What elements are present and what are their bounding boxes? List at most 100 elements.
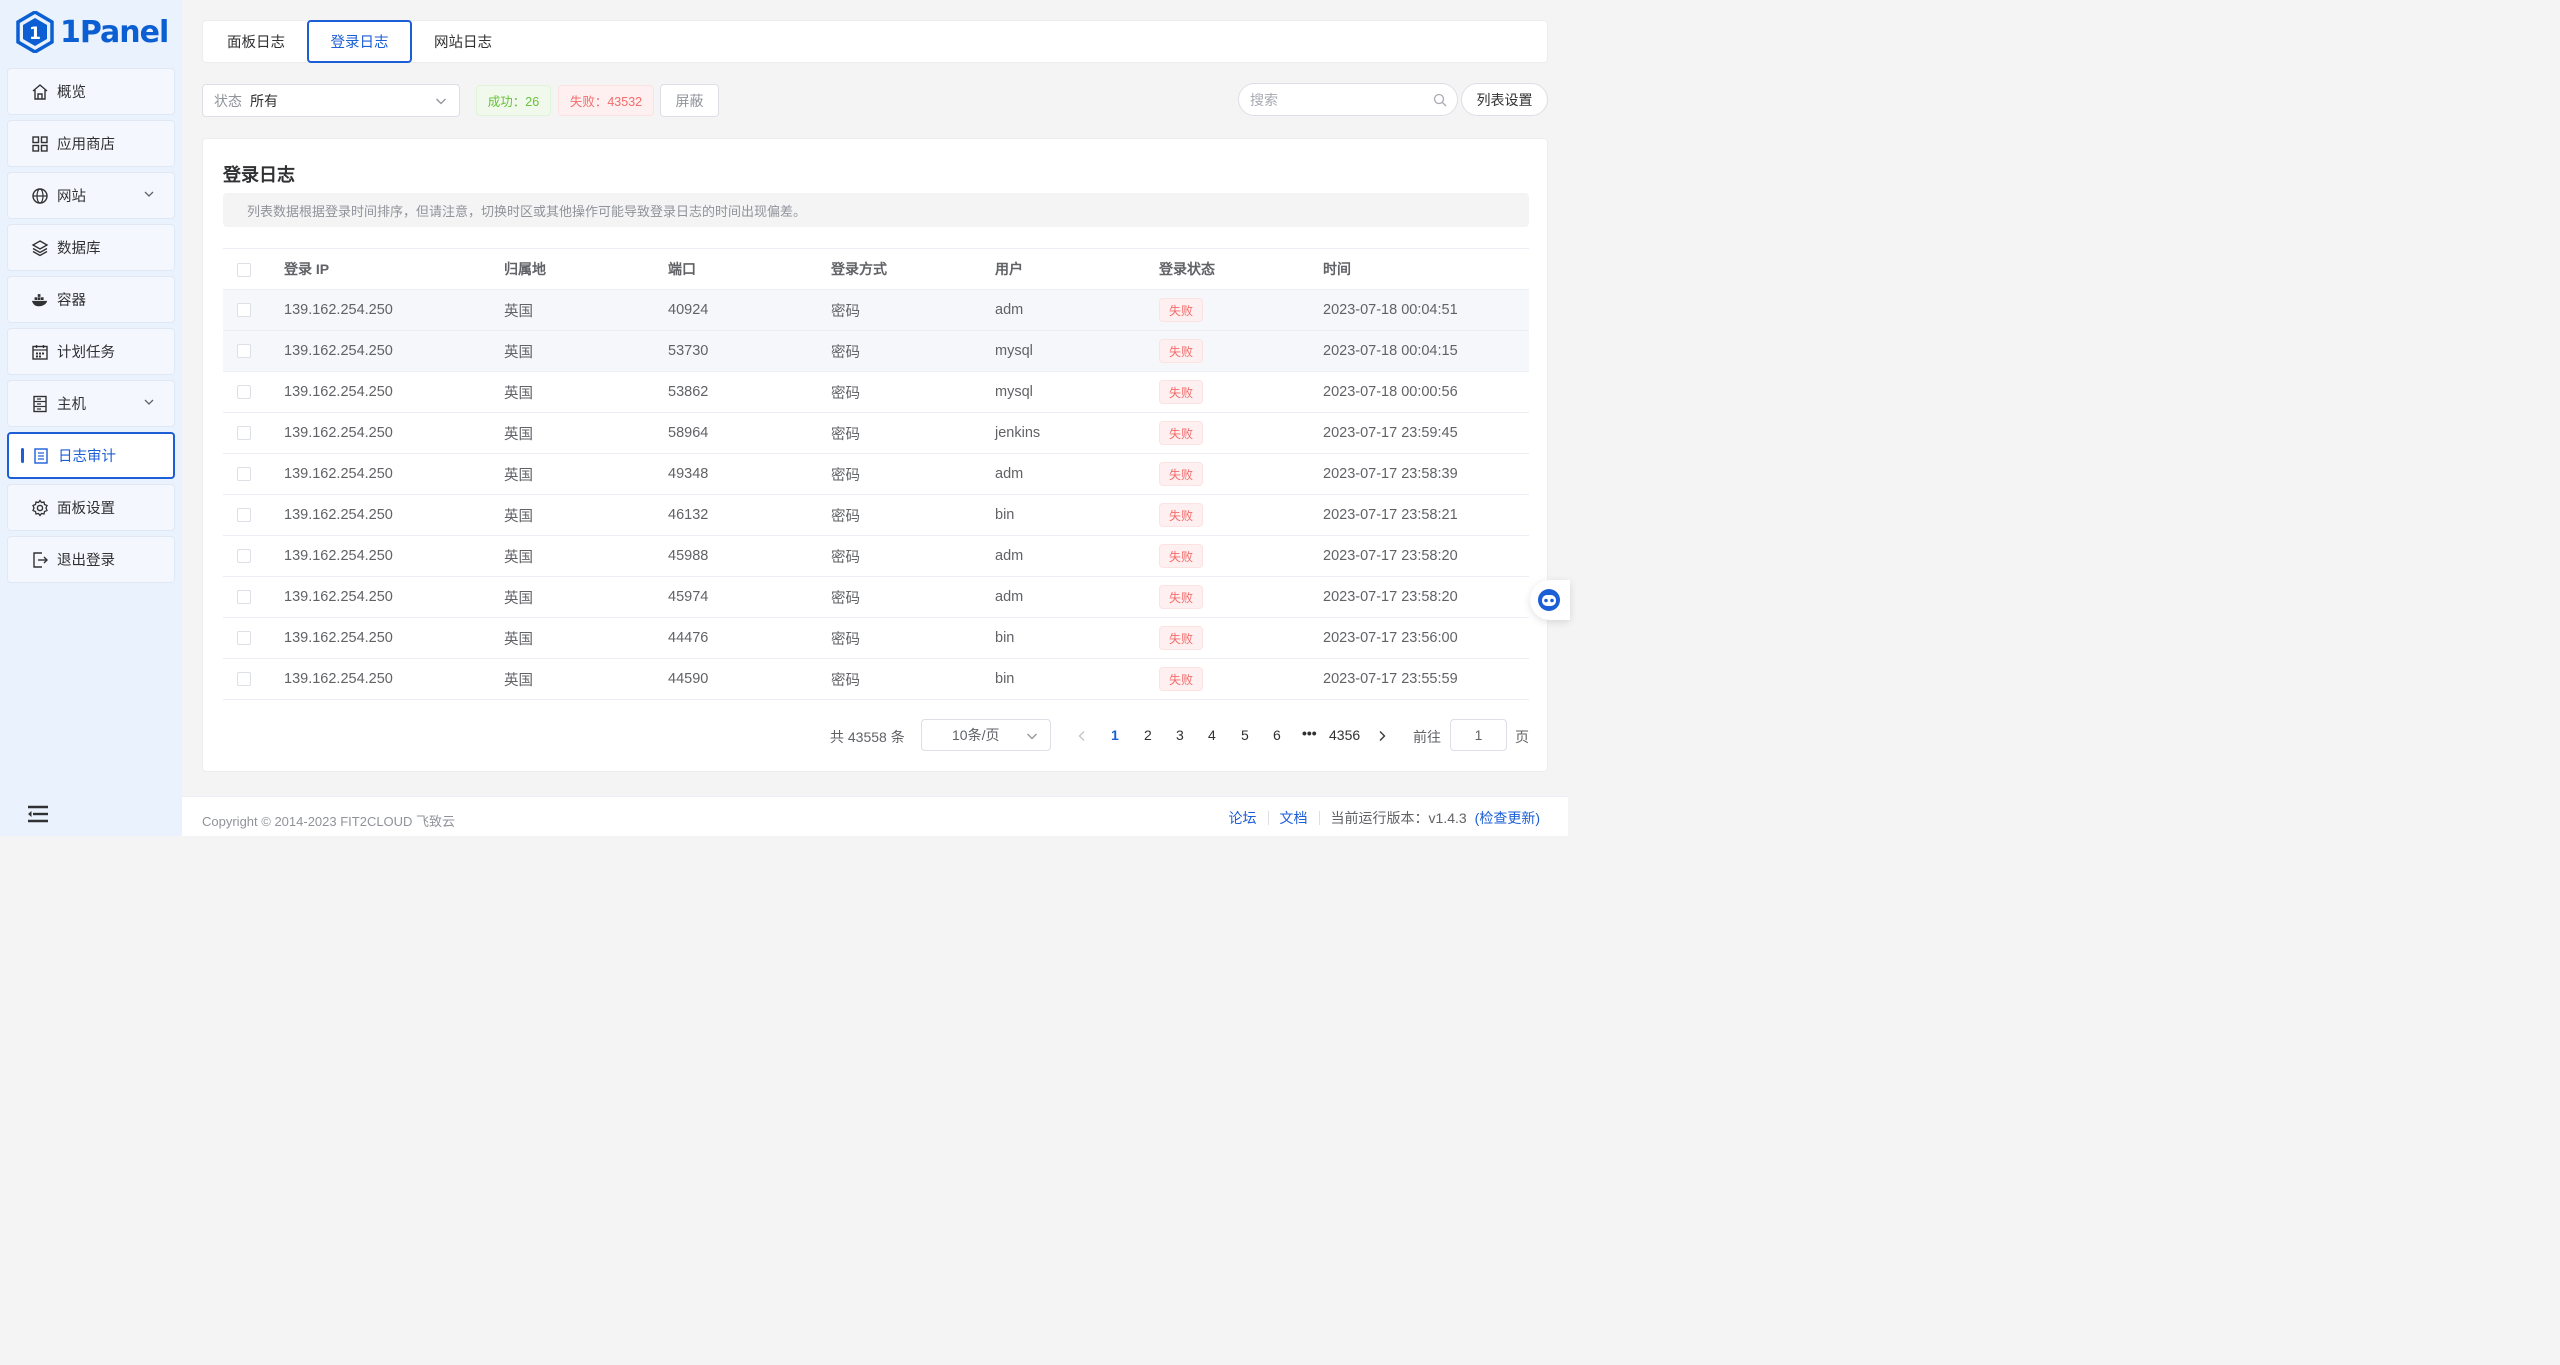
cell-location: 英国: [504, 577, 668, 618]
log-icon: [32, 447, 50, 465]
sidebar-item-label: 容器: [57, 289, 86, 310]
cell-time: 2023-07-18 00:00:56: [1323, 372, 1529, 413]
row-select-cell: [223, 372, 284, 413]
row-checkbox[interactable]: [237, 344, 251, 358]
sidebar-item-label: 数据库: [57, 237, 101, 258]
status-badge: 失败: [1159, 544, 1203, 568]
check-update-link[interactable]: (检查更新): [1475, 808, 1540, 828]
page-1[interactable]: 1: [1111, 727, 1119, 743]
column-header-status: 登录状态: [1159, 249, 1323, 290]
table-row[interactable]: 139.162.254.250英国53862密码mysql失败2023-07-1…: [223, 372, 1529, 413]
page-5[interactable]: 5: [1241, 727, 1249, 743]
sidebar-item-log-audit[interactable]: 日志审计: [7, 432, 175, 479]
table-row[interactable]: 139.162.254.250英国40924密码adm失败2023-07-18 …: [223, 290, 1529, 331]
collapse-menu-icon[interactable]: [27, 804, 49, 824]
status-select[interactable]: 状态 所有: [202, 84, 460, 117]
status-badge: 失败: [1159, 380, 1203, 404]
table-row[interactable]: 139.162.254.250英国44476密码bin失败2023-07-17 …: [223, 618, 1529, 659]
docs-link[interactable]: 文档: [1280, 808, 1308, 828]
table-row[interactable]: 139.162.254.250英国49348密码adm失败2023-07-17 …: [223, 454, 1529, 495]
cell-location: 英国: [504, 413, 668, 454]
cell-user: adm: [995, 290, 1159, 331]
status-badge: 失败: [1159, 298, 1203, 322]
row-checkbox[interactable]: [237, 508, 251, 522]
cell-status: 失败: [1159, 331, 1323, 372]
cell-user: adm: [995, 536, 1159, 577]
page-6[interactable]: 6: [1273, 727, 1281, 743]
table-row[interactable]: 139.162.254.250英国46132密码bin失败2023-07-17 …: [223, 495, 1529, 536]
row-checkbox[interactable]: [237, 549, 251, 563]
brand-logo[interactable]: 1 1Panel: [16, 10, 168, 54]
table-row[interactable]: 139.162.254.250英国53730密码mysql失败2023-07-1…: [223, 331, 1529, 372]
cell-ip: 139.162.254.250: [284, 331, 504, 372]
row-checkbox[interactable]: [237, 303, 251, 317]
row-checkbox[interactable]: [237, 631, 251, 645]
cell-status: 失败: [1159, 454, 1323, 495]
prev-page-icon[interactable]: [1077, 730, 1087, 742]
sidebar-item-label: 面板设置: [57, 497, 115, 518]
sidebar-item-cron[interactable]: 计划任务: [7, 328, 175, 375]
tab-login-log[interactable]: 登录日志: [307, 20, 412, 63]
page-last[interactable]: 4356: [1329, 727, 1360, 743]
sidebar-item-logout[interactable]: 退出登录: [7, 536, 175, 583]
table-row[interactable]: 139.162.254.250英国45974密码adm失败2023-07-17 …: [223, 577, 1529, 618]
more-pages-icon[interactable]: •••: [1302, 725, 1317, 741]
sidebar-item-label: 概览: [57, 81, 86, 102]
version-text: 当前运行版本：v1.4.3: [1331, 808, 1467, 828]
assistant-float-button[interactable]: [1530, 580, 1570, 620]
sidebar-item-settings[interactable]: 面板设置: [7, 484, 175, 531]
cell-method: 密码: [831, 536, 995, 577]
sidebar-item-container[interactable]: 容器: [7, 276, 175, 323]
page-2[interactable]: 2: [1144, 727, 1152, 743]
cell-time: 2023-07-17 23:56:00: [1323, 618, 1529, 659]
cell-location: 英国: [504, 454, 668, 495]
calendar-icon: [31, 343, 49, 361]
search-icon[interactable]: [1433, 93, 1447, 107]
search-field[interactable]: [1238, 83, 1458, 116]
page-size-select[interactable]: 10条/页: [921, 719, 1051, 751]
cell-method: 密码: [831, 454, 995, 495]
tab-panel-log[interactable]: 面板日志: [205, 20, 307, 63]
server-icon: [31, 395, 49, 413]
sidebar-item-website[interactable]: 网站: [7, 172, 175, 219]
row-select-cell: [223, 536, 284, 577]
cell-status: 失败: [1159, 290, 1323, 331]
page-unit-label: 页: [1515, 727, 1529, 747]
sidebar-item-app-store[interactable]: 应用商店: [7, 120, 175, 167]
cell-port: 40924: [668, 290, 831, 331]
cell-time: 2023-07-18 00:04:15: [1323, 331, 1529, 372]
tab-website-log[interactable]: 网站日志: [412, 20, 514, 63]
column-settings-button[interactable]: 列表设置: [1461, 83, 1548, 116]
footer-divider: [1268, 811, 1269, 825]
globe-icon: [31, 187, 49, 205]
row-checkbox[interactable]: [237, 385, 251, 399]
goto-page-input[interactable]: [1450, 719, 1507, 751]
row-checkbox[interactable]: [237, 590, 251, 604]
row-checkbox[interactable]: [237, 672, 251, 686]
total-count: 共 43558 条: [830, 727, 905, 747]
status-badge: 失败: [1159, 421, 1203, 445]
robot-icon: [1536, 587, 1562, 613]
cell-time: 2023-07-18 00:04:51: [1323, 290, 1529, 331]
cell-method: 密码: [831, 495, 995, 536]
table-row[interactable]: 139.162.254.250英国44590密码bin失败2023-07-17 …: [223, 659, 1529, 700]
sidebar-item-overview[interactable]: 概览: [7, 68, 175, 115]
row-checkbox[interactable]: [237, 426, 251, 440]
table-row[interactable]: 139.162.254.250英国58964密码jenkins失败2023-07…: [223, 413, 1529, 454]
sidebar-item-label: 网站: [57, 185, 86, 206]
table-row[interactable]: 139.162.254.250英国45988密码adm失败2023-07-17 …: [223, 536, 1529, 577]
cell-location: 英国: [504, 495, 668, 536]
search-input[interactable]: [1250, 92, 1430, 108]
cell-port: 44590: [668, 659, 831, 700]
select-all-checkbox[interactable]: [237, 263, 251, 277]
sidebar-item-database[interactable]: 数据库: [7, 224, 175, 271]
page-4[interactable]: 4: [1208, 727, 1216, 743]
row-checkbox[interactable]: [237, 467, 251, 481]
next-page-icon[interactable]: [1377, 730, 1387, 742]
active-indicator: [21, 448, 24, 463]
sidebar-item-host[interactable]: 主机: [7, 380, 175, 427]
page-3[interactable]: 3: [1176, 727, 1184, 743]
block-button[interactable]: 屏蔽: [660, 84, 719, 117]
row-select-cell: [223, 495, 284, 536]
forum-link[interactable]: 论坛: [1229, 808, 1257, 828]
